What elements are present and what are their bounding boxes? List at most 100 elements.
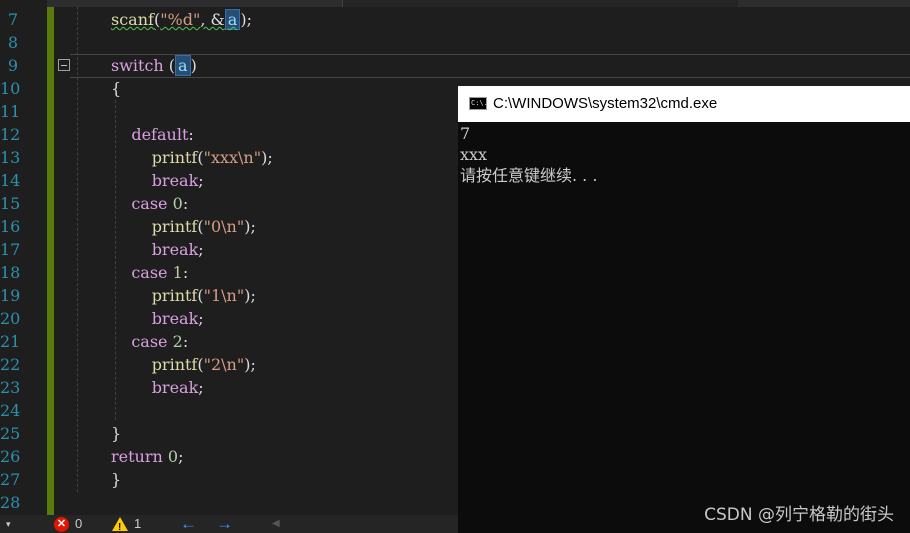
- code-text[interactable]: break;: [111, 169, 204, 192]
- code-token: "xxx\n": [203, 148, 262, 167]
- code-text[interactable]: printf("0\n");: [111, 215, 256, 238]
- code-text[interactable]: printf("xxx\n");: [111, 146, 273, 169]
- navigate-back-button[interactable]: ←: [180, 515, 197, 533]
- code-token: );: [244, 355, 256, 374]
- code-token: }: [111, 424, 122, 443]
- navigate-forward-button[interactable]: →: [216, 515, 233, 533]
- code-token: default: [111, 125, 189, 144]
- code-line[interactable]: 8: [0, 31, 910, 54]
- line-number: 20: [0, 309, 21, 328]
- code-token: a: [175, 55, 191, 76]
- line-number: 12: [0, 125, 21, 144]
- code-token: 0: [172, 194, 183, 213]
- code-token: break: [111, 309, 199, 328]
- line-number: 10: [0, 79, 21, 98]
- code-token: );: [261, 148, 273, 167]
- code-text[interactable]: printf("2\n");: [111, 353, 256, 376]
- code-text[interactable]: case 1:: [111, 261, 188, 284]
- code-token: break: [111, 378, 199, 397]
- tab-strip: [0, 0, 910, 7]
- code-token: :: [188, 125, 194, 144]
- warning-count[interactable]: ! 1: [112, 515, 141, 533]
- line-number: 14: [0, 171, 21, 190]
- code-token: printf: [111, 148, 198, 167]
- code-text[interactable]: break;: [111, 238, 204, 261]
- code-token: ): [190, 56, 197, 75]
- line-number: 13: [0, 148, 21, 167]
- code-token: ;: [178, 447, 184, 466]
- line-number: 24: [0, 401, 21, 420]
- code-text[interactable]: }: [111, 422, 121, 445]
- console-output: 7 xxx 请按任意键继续. . .: [460, 124, 598, 185]
- code-text[interactable]: default:: [111, 123, 194, 146]
- line-number: 25: [0, 424, 21, 443]
- code-text[interactable]: break;: [111, 376, 204, 399]
- code-token: ;: [198, 378, 204, 397]
- arrow-right-icon: →: [216, 514, 233, 533]
- code-token: switch: [111, 56, 164, 75]
- code-text[interactable]: {: [111, 77, 121, 100]
- code-text[interactable]: scanf("%d", & a);: [111, 8, 252, 31]
- code-token: printf: [111, 217, 198, 236]
- code-token: {: [111, 79, 122, 98]
- scroll-left-button[interactable]: ◀: [272, 515, 280, 533]
- code-token: );: [240, 10, 252, 29]
- error-count[interactable]: ✕ 0: [54, 515, 82, 533]
- console-title: C:\WINDOWS\system32\cmd.exe: [493, 95, 718, 112]
- zoom-dropdown[interactable]: ▾: [6, 515, 11, 533]
- line-number: 11: [0, 102, 21, 121]
- editor-tab[interactable]: [342, 0, 738, 7]
- code-token: );: [244, 286, 256, 305]
- line-number: 21: [0, 332, 21, 351]
- line-number: 28: [0, 493, 21, 512]
- code-text[interactable]: return 0;: [111, 445, 183, 468]
- line-number: 22: [0, 355, 21, 374]
- code-token: 2: [172, 332, 183, 351]
- line-number: 18: [0, 263, 21, 282]
- code-token: case: [111, 263, 168, 282]
- code-token: scanf: [111, 10, 154, 29]
- code-text[interactable]: case 0:: [111, 192, 188, 215]
- code-text[interactable]: break;: [111, 307, 204, 330]
- code-token: printf: [111, 286, 198, 305]
- code-token: break: [111, 171, 199, 190]
- line-number: 16: [0, 217, 21, 236]
- line-number: 23: [0, 378, 21, 397]
- code-token: case: [111, 194, 168, 213]
- code-text[interactable]: printf("1\n");: [111, 284, 256, 307]
- console-window[interactable]: C:\. C:\WINDOWS\system32\cmd.exe 7 xxx 请…: [458, 86, 910, 533]
- error-icon: ✕: [54, 516, 69, 532]
- error-count-label: 0: [75, 516, 83, 531]
- code-token: (: [163, 56, 176, 75]
- chevron-down-icon: ▾: [6, 519, 11, 529]
- line-number: 19: [0, 286, 21, 305]
- warning-count-label: 1: [134, 516, 142, 531]
- cmd-window-icon: C:\.: [469, 97, 488, 110]
- code-token: :: [182, 263, 189, 282]
- line-number: 9: [7, 56, 18, 75]
- code-token: ;: [198, 171, 204, 190]
- code-text[interactable]: switch (a): [111, 54, 197, 77]
- line-number: 8: [7, 33, 18, 52]
- scroll-left-icon: ◀: [272, 518, 280, 529]
- line-number: 7: [7, 10, 18, 29]
- code-token: , &: [200, 10, 225, 29]
- code-token: "1\n": [203, 286, 245, 305]
- code-token: "%d": [160, 10, 201, 29]
- code-token: :: [182, 194, 189, 213]
- code-token: "2\n": [203, 355, 245, 374]
- code-token: a: [224, 9, 241, 30]
- watermark: CSDN @列宁格勒的街头: [704, 505, 894, 525]
- console-title-bar[interactable]: C:\. C:\WINDOWS\system32\cmd.exe: [458, 86, 910, 122]
- code-token: break: [111, 240, 199, 259]
- code-text[interactable]: case 2:: [111, 330, 188, 353]
- code-token: );: [244, 217, 256, 236]
- code-line[interactable]: 9 switch (a): [0, 54, 910, 77]
- code-token: printf: [111, 355, 198, 374]
- cmd-icon-text: C:\.: [471, 99, 488, 107]
- arrow-left-icon: ←: [180, 514, 197, 533]
- code-token: ;: [198, 240, 204, 259]
- code-text[interactable]: }: [111, 468, 121, 491]
- code-line[interactable]: 7 scanf("%d", & a);: [0, 8, 910, 31]
- code-token: :: [182, 332, 189, 351]
